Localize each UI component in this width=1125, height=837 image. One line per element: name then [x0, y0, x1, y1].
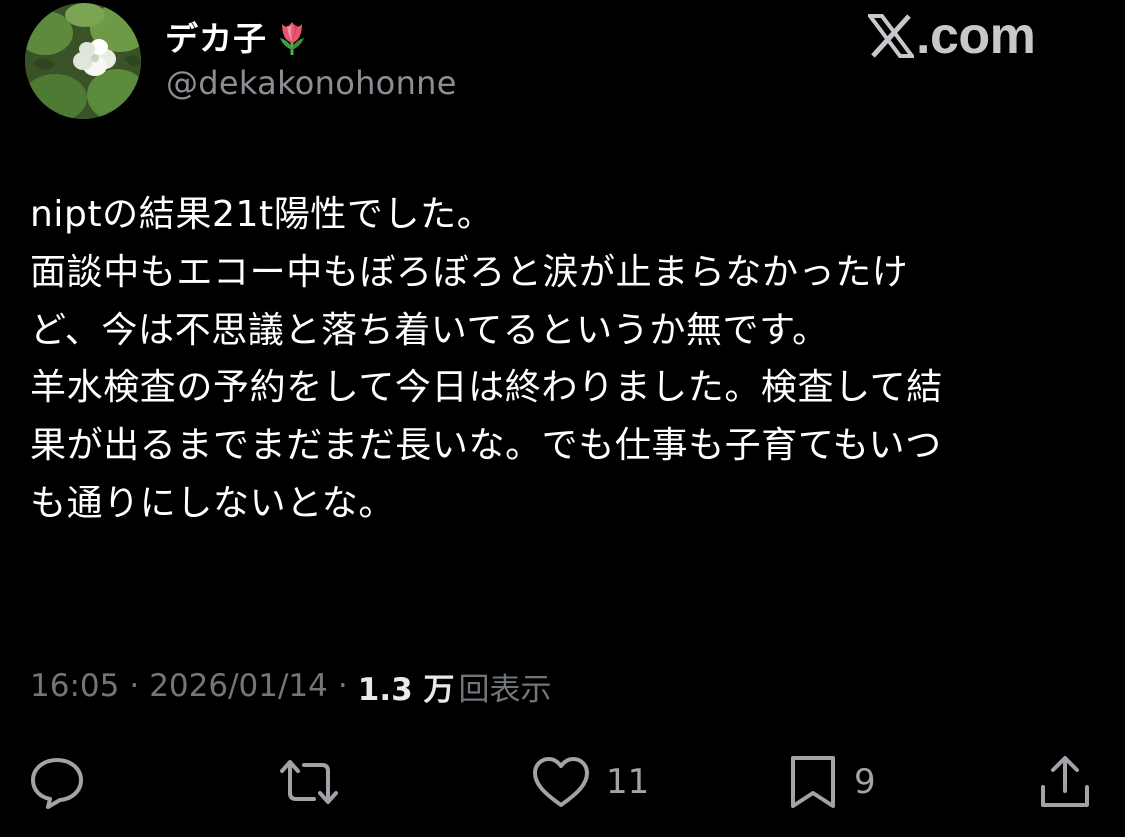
- like-count: 11: [606, 762, 650, 802]
- x-com-watermark: .com: [868, 4, 1036, 68]
- tweet-card: デカ子 @dekakonohonne .com niptの結果21t陽性でした。…: [0, 0, 1125, 837]
- views-label[interactable]: 回表示: [458, 664, 551, 709]
- action-bar: 11 9: [0, 750, 1125, 814]
- repost-button[interactable]: [276, 750, 356, 814]
- avatar[interactable]: [25, 3, 141, 119]
- bookmark-count: 9: [854, 762, 876, 802]
- tulip-icon: [273, 16, 311, 56]
- x-logo-icon: [868, 14, 914, 58]
- post-body: niptの結果21t陽性でした。 面談中もエコー中もぼろぼろと涙が止まらなかった…: [30, 186, 1100, 533]
- share-button[interactable]: [1036, 750, 1108, 814]
- repost-icon: [276, 753, 342, 811]
- watermark-text: .com: [916, 7, 1036, 65]
- meta-separator: ·: [129, 668, 140, 704]
- bookmark-button[interactable]: 9: [786, 750, 876, 814]
- views-count[interactable]: 1.3 万: [358, 664, 455, 709]
- bookmark-icon: [786, 753, 840, 811]
- post-line: niptの結果21t陽性でした。: [30, 194, 494, 235]
- post-line: も通りにしないとな。: [30, 482, 395, 524]
- post-date[interactable]: 2026/01/14: [149, 668, 328, 704]
- flower-avatar-image: [25, 3, 141, 119]
- post-time[interactable]: 16:05: [30, 668, 119, 704]
- like-button[interactable]: 11: [530, 750, 649, 814]
- display-name-row[interactable]: デカ子: [165, 12, 311, 60]
- post-line: 面談中もエコー中もぼろぼろと涙が止まらなかったけ: [30, 251, 909, 293]
- reply-button[interactable]: [28, 750, 100, 814]
- meta-separator: ·: [337, 668, 348, 704]
- post-meta: 16:05 · 2026/01/14 · 1.3 万 回表示: [30, 664, 551, 708]
- reply-icon: [28, 753, 86, 811]
- handle[interactable]: @dekakonohonne: [166, 64, 457, 102]
- post-line: 羊水検査の予約をして今日は終わりました。検査して結: [30, 367, 943, 409]
- display-name[interactable]: デカ子: [165, 12, 267, 60]
- heart-icon: [530, 753, 592, 811]
- post-line: 果が出るまでまだまだ長いな。でも仕事も子育てもいつ: [30, 425, 942, 467]
- post-line: ど、今は不思議と落ち着いてるというか無です。: [30, 309, 829, 351]
- share-icon: [1036, 753, 1094, 811]
